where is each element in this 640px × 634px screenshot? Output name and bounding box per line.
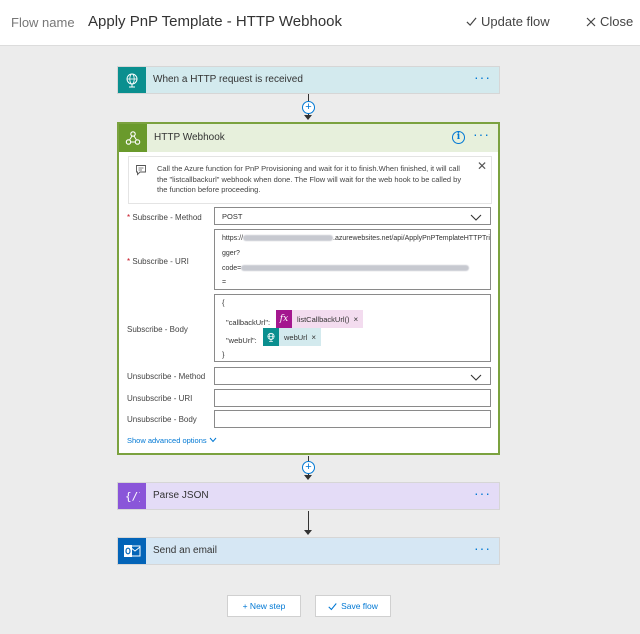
trigger-title: When a HTTP request is received — [153, 74, 303, 85]
top-bar: Flow name Apply PnP Template - HTTP Webh… — [0, 0, 640, 46]
remove-token-icon[interactable]: × — [311, 333, 321, 342]
subscribe-method-label: * Subscribe - Method — [127, 213, 202, 222]
send-email-title: Send an email — [153, 545, 217, 556]
flow-name-label: Flow name — [11, 15, 75, 30]
function-icon: fx — [276, 310, 292, 328]
add-step-plus-icon[interactable]: + — [302, 461, 315, 474]
http-webhook-header[interactable]: HTTP Webhook i ··· — [119, 124, 498, 152]
remove-token-icon[interactable]: × — [354, 315, 364, 324]
subscribe-uri-field[interactable]: https://.azurewebsites.net/api/ApplyPnPT… — [214, 229, 491, 290]
new-step-button[interactable]: + New step — [227, 595, 301, 617]
trigger-more-icon[interactable]: ··· — [474, 69, 491, 85]
unsubscribe-method-select[interactable] — [214, 367, 491, 385]
comment-icon — [136, 165, 146, 176]
subscribe-uri-label: * Subscribe - URI — [127, 257, 189, 266]
update-flow-label: Update flow — [481, 14, 550, 29]
checkmark-icon — [466, 17, 477, 27]
chevron-down-icon — [209, 437, 217, 443]
chevron-down-icon — [470, 214, 482, 221]
close-button[interactable]: Close — [586, 14, 633, 29]
send-email-card[interactable]: Send an email ··· — [117, 537, 500, 565]
http-webhook-title: HTTP Webhook — [154, 132, 225, 143]
weburl-token[interactable]: webUrl × — [263, 328, 322, 346]
braces-icon: {/} — [118, 483, 146, 509]
subscribe-method-select[interactable]: POST — [214, 207, 491, 225]
save-flow-label: Save flow — [341, 601, 378, 611]
http-webhook-more-icon[interactable]: ··· — [473, 126, 490, 142]
subscribe-body-field[interactable]: { "callbackUrl": fx listCallbackUrl() × … — [214, 294, 491, 362]
svg-text:{/}: {/} — [125, 490, 140, 503]
flow-title-input[interactable]: Apply PnP Template - HTTP Webhook — [88, 13, 342, 30]
http-webhook-card: HTTP Webhook i ··· Call the Azure functi… — [117, 122, 500, 455]
update-flow-button[interactable]: Update flow — [466, 14, 550, 29]
add-step-plus-icon[interactable]: + — [302, 101, 315, 114]
show-advanced-options-link[interactable]: Show advanced options — [127, 436, 217, 445]
unsubscribe-uri-input[interactable] — [214, 389, 491, 407]
new-step-label: + New step — [242, 601, 286, 611]
description-text: Call the Azure function for PnP Provisio… — [157, 164, 462, 194]
unsubscribe-body-input[interactable] — [214, 410, 491, 428]
save-flow-button[interactable]: Save flow — [315, 595, 391, 617]
connector-arrow — [304, 530, 312, 535]
outlook-icon — [118, 538, 146, 564]
checkmark-icon — [328, 602, 337, 610]
subscribe-method-value: POST — [222, 212, 243, 221]
close-label: Close — [600, 14, 634, 29]
chevron-down-icon — [470, 374, 482, 381]
webhook-icon — [119, 124, 147, 152]
globe-icon — [263, 328, 279, 346]
unsubscribe-body-label: Unsubscribe - Body — [127, 415, 197, 424]
unsubscribe-method-label: Unsubscribe - Method — [127, 372, 206, 381]
subscribe-body-label: Subscribe - Body — [127, 325, 188, 334]
listcallbackurl-token[interactable]: fx listCallbackUrl() × — [276, 310, 364, 328]
trigger-card[interactable]: When a HTTP request is received ··· — [117, 66, 500, 94]
close-icon — [586, 17, 596, 26]
info-icon[interactable]: i — [452, 131, 465, 144]
parse-json-card[interactable]: {/} Parse JSON ··· — [117, 482, 500, 510]
send-email-more-icon[interactable]: ··· — [474, 540, 491, 556]
connector-arrow — [304, 475, 312, 480]
globe-icon — [118, 67, 146, 93]
parse-json-more-icon[interactable]: ··· — [474, 485, 491, 501]
unsubscribe-uri-label: Unsubscribe - URI — [127, 394, 193, 403]
parse-json-title: Parse JSON — [153, 490, 209, 501]
connector-line — [308, 511, 309, 531]
connector-arrow — [304, 115, 312, 120]
description-close-icon[interactable]: ✕ — [477, 159, 487, 173]
description-box: Call the Azure function for PnP Provisio… — [128, 156, 492, 204]
